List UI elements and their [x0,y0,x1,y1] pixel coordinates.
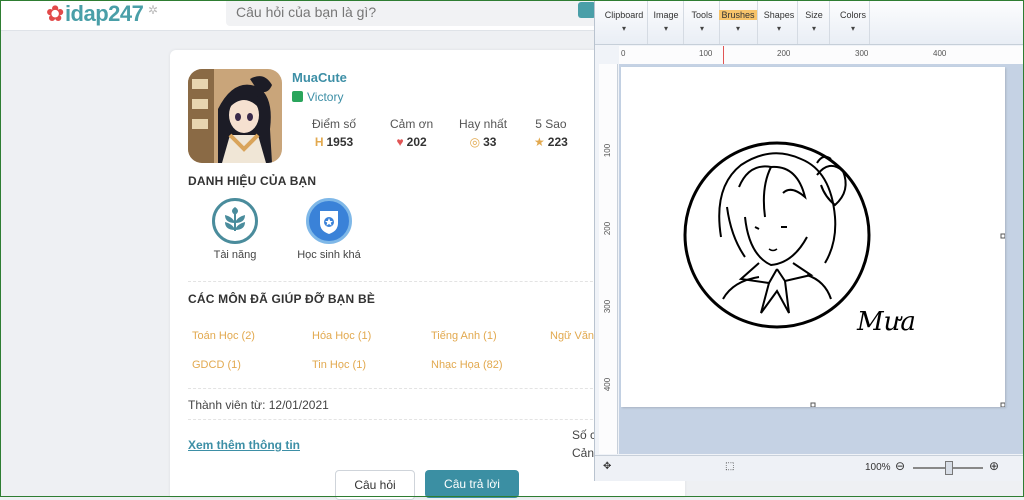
ruler-cursor-marker [723,46,724,64]
zoom-slider-thumb[interactable] [945,461,953,475]
ribbon-size[interactable]: Size ▾ [799,0,830,44]
subject-civics[interactable]: GDCD (1) [192,359,241,371]
divider [188,388,608,389]
subject-music-art[interactable]: Nhạc Họa (82) [431,359,503,371]
answers-tab-button[interactable]: Câu trả lời [425,470,519,498]
stat-points: Điểm số H 1953 [312,117,357,149]
shield-icon [306,198,352,244]
zoom-level: 100% [865,462,891,473]
paint-status-bar: ✥ ⬚ 100% ⊖ ⊕ [595,455,1024,481]
divider [188,281,608,282]
side-stat-label: Cản [572,446,595,460]
chevron-down-icon: ▾ [735,24,740,33]
chevron-down-icon: ▾ [850,24,855,33]
search-placeholder: Câu hỏi của bạn là gì? [236,4,377,20]
ribbon-colors[interactable]: Colors ▾ [837,0,870,44]
logo-text: idap247 [64,1,144,26]
ribbon-brushes[interactable]: Brushes ▾ [719,0,758,44]
subject-informatics[interactable]: Tin Học (1) [312,359,366,371]
zoom-out-icon[interactable]: ⊖ [895,459,905,473]
drawing-canvas[interactable]: Mưa [621,67,1006,408]
heart-icon: ♥ [396,135,404,149]
points-icon: H [314,135,324,149]
subject-english[interactable]: Tiếng Anh (1) [431,330,497,342]
ruler-vertical: 100 200 300 400 [599,64,618,454]
chevron-down-icon: ▾ [663,24,668,33]
avatar[interactable] [188,69,282,163]
sparkle-icon: ✲ [147,3,158,17]
rank-label: Victory [292,90,343,104]
medal-icon: ◎ [469,135,481,149]
titles-heading: DANH HIỆU CỦA BẠN [188,174,317,188]
search-input[interactable]: Câu hỏi của bạn là gì? [226,0,600,26]
signature-text: Mưa [857,307,916,337]
stat-five-star: 5 Sao ★ 223 [534,117,568,149]
paint-workspace: Mưa [619,64,1024,454]
paint-window: Clipboard ▾ Image ▾ Tools ▾ Brushes ▾ Shapes… [594,0,1024,481]
username[interactable]: MuaCute [292,70,347,85]
member-since: Thành viên từ: 12/01/2021 [188,398,329,412]
stat-thanks: Cảm ơn ♥ 202 [390,117,434,149]
ruler-horizontal: 0 100 200 300 400 [619,46,1024,65]
logo-flower-icon: ✿ [46,1,64,26]
stat-best: Hay nhất ◎ 33 [459,117,508,149]
side-stat-label: Số c [572,428,597,442]
subject-chemistry[interactable]: Hóa Học (1) [312,330,371,342]
subject-math[interactable]: Toán Học (2) [192,330,255,342]
star-icon: ★ [534,135,545,149]
title-badge-good-student[interactable]: Học sinh khá [289,198,369,261]
chevron-down-icon: ▾ [776,24,781,33]
more-info-link[interactable]: Xem thêm thông tin [188,438,300,452]
selection-size-icon: ⬚ [725,461,735,472]
chevron-down-icon: ▾ [811,24,816,33]
chevron-down-icon: ▾ [699,24,704,33]
leaf-icon [212,198,258,244]
rank-badge-icon [292,91,303,102]
ribbon-clipboard[interactable]: Clipboard ▾ [601,0,648,44]
title-badge-talent[interactable]: Tài năng [195,198,275,261]
divider [188,419,608,420]
paint-ribbon: Clipboard ▾ Image ▾ Tools ▾ Brushes ▾ Shapes… [595,0,1024,45]
subjects-heading: CÁC MÔN ĐÃ GIÚP ĐỠ BẠN BÈ [188,292,376,306]
ribbon-shapes[interactable]: Shapes ▾ [761,0,798,44]
ribbon-tools[interactable]: Tools ▾ [685,0,720,44]
zoom-in-icon[interactable]: ⊕ [989,459,999,473]
subject-literature[interactable]: Ngữ Văn [550,330,594,342]
site-logo[interactable]: ✿idap247 ✲ [46,1,158,27]
questions-tab-button[interactable]: Câu hỏi [335,470,415,500]
chevron-down-icon: ▾ [621,24,626,33]
site-header: ✿idap247 ✲ Câu hỏi của bạn là gì? [0,0,600,31]
cursor-position-icon: ✥ [603,461,612,472]
ribbon-image[interactable]: Image ▾ [649,0,684,44]
